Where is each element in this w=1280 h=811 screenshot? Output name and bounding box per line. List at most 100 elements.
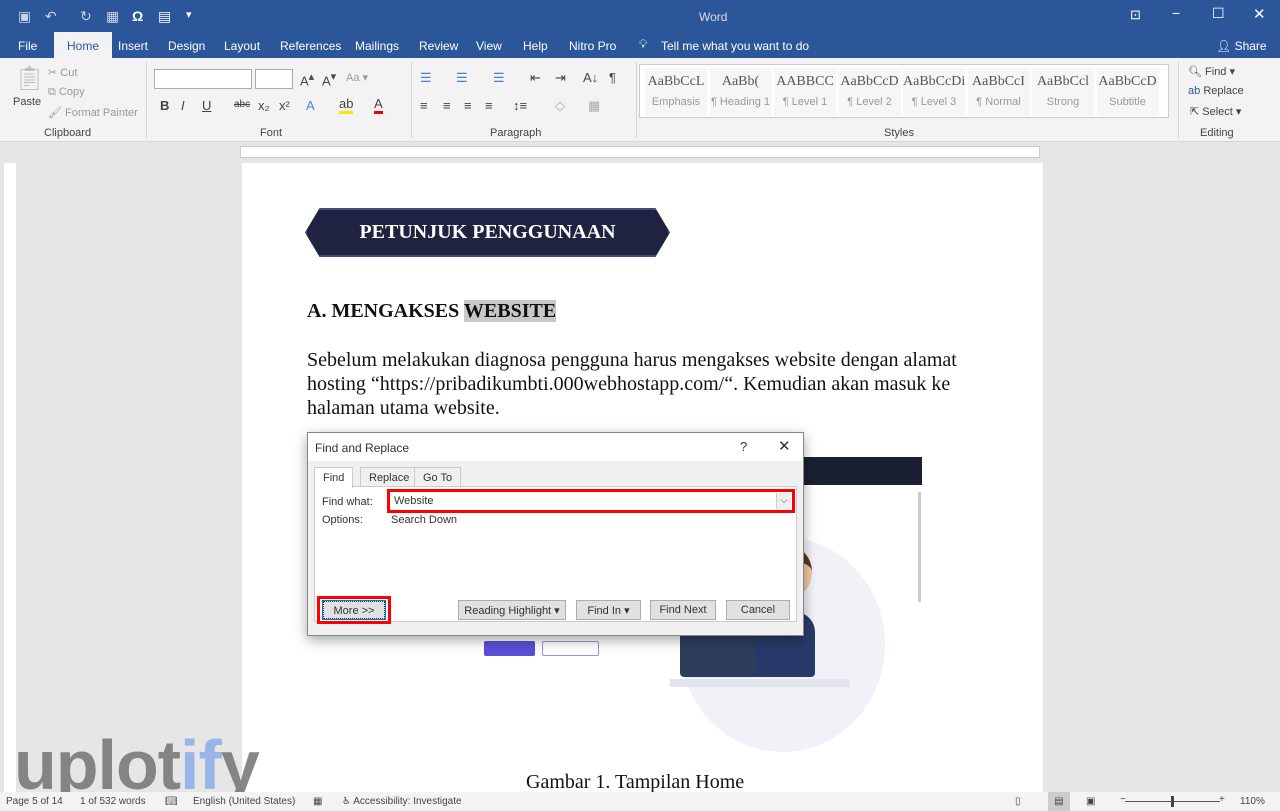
- read-mode-icon[interactable]: ▯: [1015, 796, 1021, 807]
- underline-icon[interactable]: U: [202, 98, 211, 113]
- text-effects-icon[interactable]: A: [306, 98, 315, 113]
- symbol-omega-icon[interactable]: Ω: [132, 8, 143, 24]
- proofing-icon[interactable]: 📖︎: [165, 796, 178, 807]
- bold-icon[interactable]: B: [160, 98, 169, 113]
- ribbon-display-icon[interactable]: ⊡: [1130, 7, 1141, 23]
- grow-font-icon[interactable]: A▴: [300, 70, 314, 88]
- tab-help[interactable]: Help: [523, 39, 548, 53]
- tab-file[interactable]: File: [18, 39, 37, 53]
- zoom-out-button[interactable]: −: [1120, 794, 1126, 805]
- dialog-tab-find[interactable]: Find: [314, 467, 354, 488]
- change-case-icon[interactable]: Aa ▾: [346, 71, 368, 84]
- borders-icon[interactable]: ▦: [588, 98, 600, 114]
- more-button[interactable]: More >>: [322, 600, 386, 620]
- align-right-icon[interactable]: ≡: [464, 98, 472, 113]
- replace-button[interactable]: ab Replace: [1188, 85, 1244, 97]
- table-icon[interactable]: ▦: [106, 8, 119, 25]
- bullets-icon[interactable]: ☰: [420, 70, 432, 86]
- lightbulb-icon: 💡︎: [639, 37, 648, 51]
- zoom-slider-thumb[interactable]: [1171, 796, 1174, 807]
- paste-button[interactable]: Paste: [13, 96, 41, 108]
- font-name-dropdown[interactable]: [154, 69, 252, 89]
- page-count[interactable]: Page 5 of 14: [6, 796, 63, 807]
- tab-references[interactable]: References: [280, 39, 341, 53]
- highlight-color-icon[interactable]: ab: [339, 96, 354, 114]
- tab-design[interactable]: Design: [168, 39, 205, 53]
- word-count[interactable]: 1 of 532 words: [80, 796, 146, 807]
- web-layout-icon[interactable]: ▣: [1086, 796, 1095, 807]
- share-button[interactable]: 👤︎ Share: [1216, 39, 1267, 53]
- style-preview: AaBbCcl: [1036, 74, 1090, 89]
- select-button[interactable]: ⇱ Select ▾: [1190, 105, 1241, 118]
- styles-group-label: Styles: [884, 127, 914, 139]
- font-color-icon[interactable]: A: [374, 96, 383, 114]
- style-subtitle[interactable]: AaBbCcD Subtitle: [1096, 68, 1159, 116]
- numbering-icon[interactable]: ☰: [456, 70, 468, 86]
- tab-insert[interactable]: Insert: [118, 39, 148, 53]
- style-normal[interactable]: AaBbCcI ¶ Normal: [967, 68, 1030, 116]
- style-heading-1[interactable]: AaBb(¶ Heading 1: [709, 68, 772, 116]
- help-button[interactable]: ?: [740, 439, 747, 454]
- find-what-input[interactable]: Website ⌵: [387, 489, 795, 513]
- superscript-icon[interactable]: x²: [279, 98, 290, 113]
- align-left-icon[interactable]: ≡: [420, 98, 428, 113]
- tab-review[interactable]: Review: [419, 39, 458, 53]
- vertical-ruler[interactable]: [4, 163, 16, 793]
- font-size-dropdown[interactable]: [255, 69, 293, 89]
- accessibility-status[interactable]: ♿︎ Accessibility: Investigate: [342, 796, 462, 807]
- copy-button[interactable]: ⧉ Copy: [48, 86, 85, 99]
- zoom-in-button[interactable]: +: [1219, 794, 1225, 805]
- tab-nitro-pro[interactable]: Nitro Pro: [569, 39, 616, 53]
- style-name: ¶ Level 3: [911, 96, 957, 108]
- find-next-button[interactable]: Find Next: [650, 600, 716, 620]
- document-icon[interactable]: ▤: [158, 8, 171, 25]
- customize-qat-icon[interactable]: ▾: [186, 8, 192, 21]
- tab-layout[interactable]: Layout: [224, 39, 260, 53]
- style-emphasis[interactable]: AaBbCcL Emphasis: [645, 68, 707, 116]
- strikethrough-icon[interactable]: abc: [234, 99, 250, 110]
- find-history-dropdown-icon[interactable]: ⌵: [776, 493, 791, 509]
- format-painter-button[interactable]: 🖌︎ Format Painter: [48, 106, 138, 119]
- reading-highlight-button[interactable]: Reading Highlight ▾: [458, 600, 566, 620]
- close-button[interactable]: ✕: [1253, 5, 1266, 23]
- dialog-close-button[interactable]: ✕: [778, 437, 791, 455]
- language[interactable]: English (United States): [193, 796, 295, 807]
- show-formatting-icon[interactable]: ¶: [609, 70, 616, 85]
- shrink-font-icon[interactable]: A▾: [322, 70, 336, 88]
- undo-icon[interactable]: ↶: [45, 8, 57, 25]
- macro-icon[interactable]: ▦: [313, 796, 322, 807]
- cut-button[interactable]: ✂ Cut: [48, 66, 77, 79]
- sort-icon[interactable]: A↓: [583, 70, 598, 85]
- dialog-tab-goto[interactable]: Go To: [414, 467, 462, 487]
- tell-me-search[interactable]: Tell me what you want to do: [661, 39, 809, 53]
- justify-icon[interactable]: ≡: [485, 98, 493, 113]
- minimize-button[interactable]: −: [1172, 5, 1180, 21]
- line-spacing-icon[interactable]: ↕≡: [513, 98, 527, 113]
- zoom-level[interactable]: 110%: [1240, 796, 1265, 807]
- italic-icon[interactable]: I: [181, 98, 185, 113]
- multilevel-list-icon[interactable]: ☰: [493, 70, 505, 86]
- shading-icon[interactable]: ◇: [555, 98, 565, 114]
- tab-home[interactable]: Home: [54, 32, 113, 58]
- find-in-button[interactable]: Find In ▾: [576, 600, 641, 620]
- redo-icon[interactable]: ↻: [80, 8, 92, 25]
- horizontal-ruler[interactable]: [240, 146, 1040, 158]
- dialog-tab-replace[interactable]: Replace: [360, 467, 419, 487]
- center-icon[interactable]: ≡: [443, 98, 451, 113]
- subscript-icon[interactable]: x₂: [258, 98, 270, 113]
- style-level-1[interactable]: AABBCC ¶ Level 1: [774, 68, 836, 116]
- increase-indent-icon[interactable]: ⇥: [555, 70, 566, 86]
- maximize-button[interactable]: ☐: [1212, 5, 1225, 22]
- paste-icon[interactable]: 📋︎: [14, 64, 44, 93]
- tab-mailings[interactable]: Mailings: [355, 39, 399, 53]
- find-button[interactable]: 🔍︎ Find ▾: [1188, 65, 1235, 78]
- style-strong[interactable]: AaBbCcl Strong: [1032, 68, 1094, 116]
- decrease-indent-icon[interactable]: ⇤: [530, 70, 541, 86]
- cancel-button[interactable]: Cancel: [726, 600, 790, 620]
- save-icon[interactable]: ▣: [18, 8, 31, 25]
- style-level-2[interactable]: AaBbCcD ¶ Level 2: [838, 68, 901, 116]
- style-level-3[interactable]: AaBbCcDi ¶ Level 3: [903, 68, 965, 116]
- tab-view[interactable]: View: [476, 39, 502, 53]
- editing-group-label: Editing: [1200, 127, 1234, 139]
- print-layout-icon[interactable]: ▤: [1048, 792, 1070, 811]
